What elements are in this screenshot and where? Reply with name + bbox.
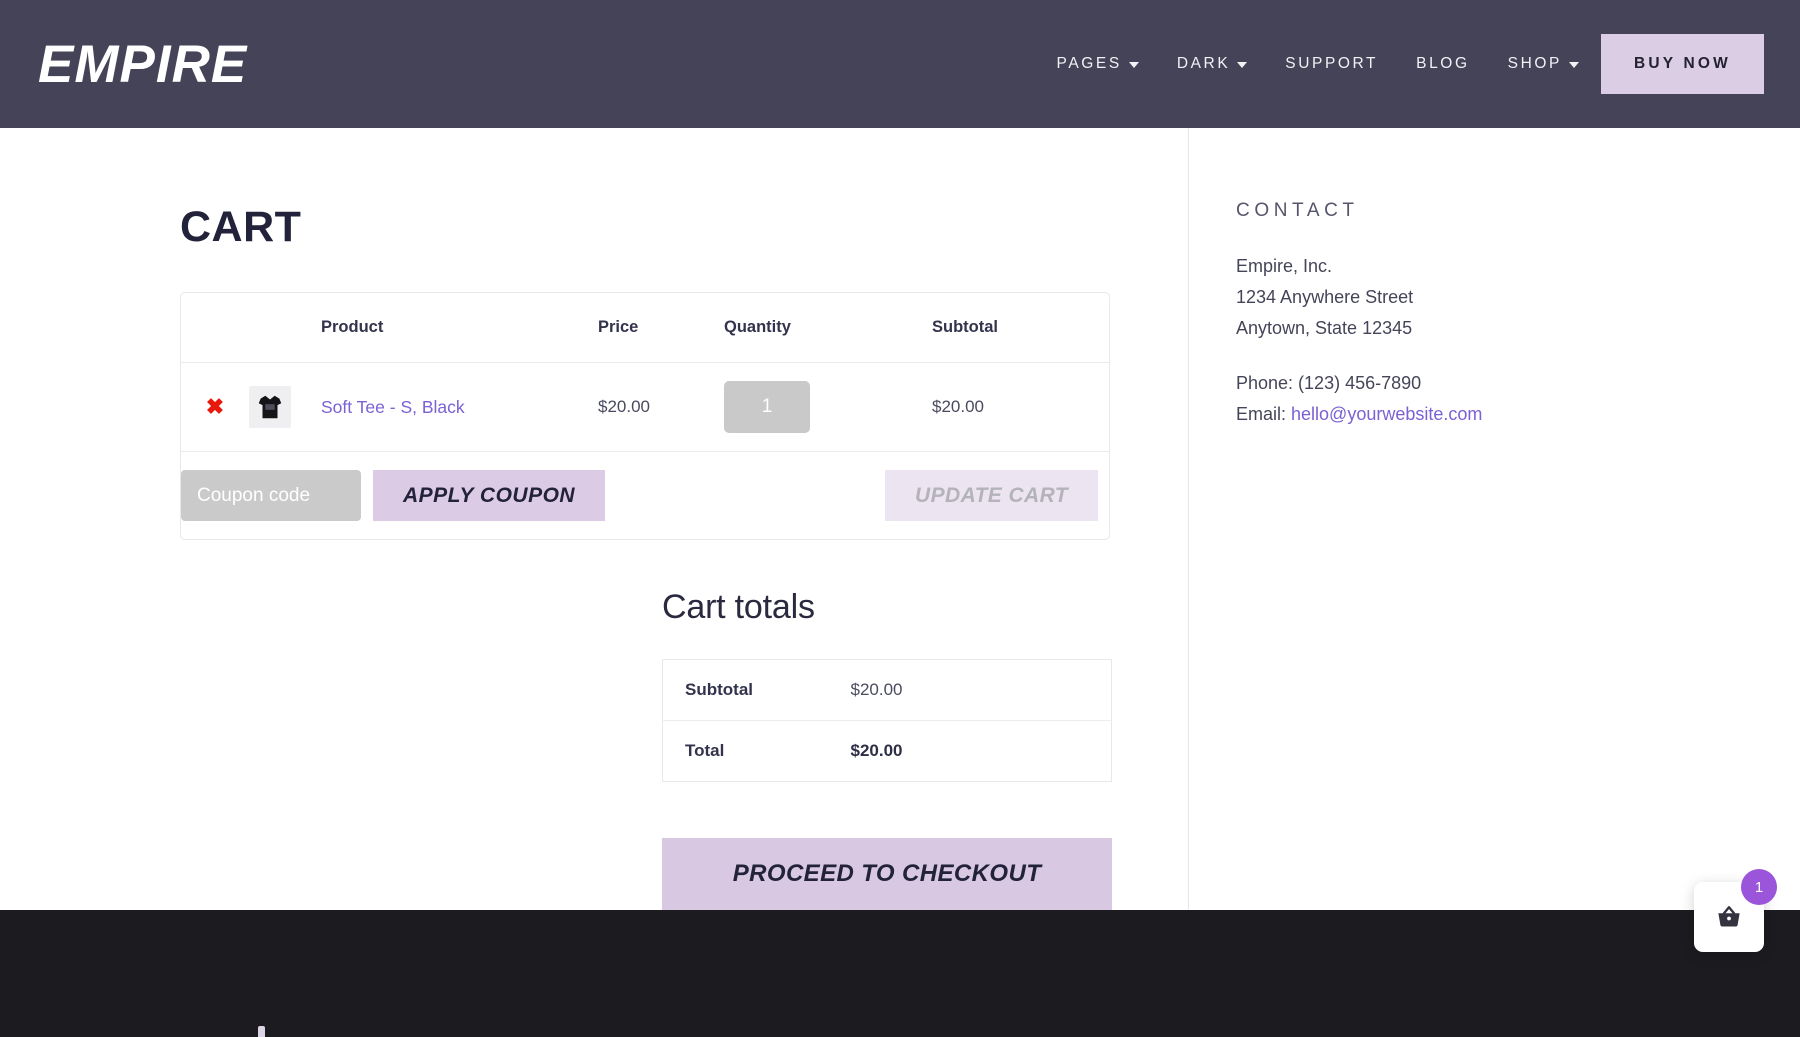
site-footer (0, 910, 1800, 1037)
total-value: $20.00 (829, 721, 1112, 782)
cell-thumbnail (249, 363, 321, 452)
page-title: CART (180, 203, 1188, 252)
contact-email-link[interactable]: hello@yourwebsite.com (1291, 404, 1482, 424)
column-header-remove (181, 293, 249, 363)
cart-table-container: Product Price Quantity Subtotal ✖ (180, 292, 1110, 540)
table-row: ✖ Soft Tee - S, Black (181, 363, 1109, 452)
apply-coupon-button[interactable]: APPLY COUPON (373, 470, 605, 521)
coupon-cell-container: APPLY COUPON (181, 452, 724, 540)
footer-decoration (258, 1026, 265, 1037)
table-row: Total $20.00 (663, 721, 1112, 782)
cell-price: $20.00 (598, 363, 724, 452)
column-header-product: Product (321, 293, 598, 363)
quantity-stepper[interactable] (724, 381, 810, 433)
coupon-code-input[interactable] (181, 470, 361, 521)
coupon-cell: APPLY COUPON (181, 470, 724, 521)
cart-totals-section: Cart totals Subtotal $20.00 Total $20.00… (662, 588, 1112, 910)
site-header: EMPIRE PAGES DARK SUPPORT BLOG SHOP BUY … (0, 0, 1800, 128)
cell-subtotal: $20.00 (932, 363, 1109, 452)
nav-label: SUPPORT (1285, 55, 1378, 73)
cart-totals-body: Subtotal $20.00 Total $20.00 (663, 660, 1112, 782)
nav-item-blog[interactable]: BLOG (1416, 55, 1469, 73)
contact-spacer (1236, 344, 1800, 368)
contact-address-line-1: 1234 Anywhere Street (1236, 282, 1800, 313)
column-header-thumbnail (249, 293, 321, 363)
cart-totals-heading: Cart totals (662, 588, 1112, 627)
subtotal-label: Subtotal (663, 660, 829, 721)
main-navigation: PAGES DARK SUPPORT BLOG SHOP (1057, 55, 1601, 73)
column-header-quantity: Quantity (724, 293, 932, 363)
cart-table-head: Product Price Quantity Subtotal (181, 293, 1109, 363)
cart-totals-table: Subtotal $20.00 Total $20.00 (662, 659, 1112, 782)
buy-now-button[interactable]: BUY NOW (1601, 34, 1764, 94)
column-header-subtotal: Subtotal (932, 293, 1109, 363)
cart-table-body: ✖ Soft Tee - S, Black (181, 363, 1109, 540)
tshirt-icon (255, 392, 285, 422)
page-body: CART Product Price Quantity Subtotal (0, 128, 1800, 910)
cart-count-badge: 1 (1741, 869, 1777, 905)
column-header-price: Price (598, 293, 724, 363)
contact-email-row: Email: hello@yourwebsite.com (1236, 399, 1800, 430)
nav-label: DARK (1177, 55, 1230, 73)
nav-label: SHOP (1508, 55, 1562, 73)
shopping-basket-icon (1714, 902, 1744, 932)
nav-item-pages[interactable]: PAGES (1057, 55, 1139, 73)
contact-company: Empire, Inc. (1236, 251, 1800, 282)
subtotal-value: $20.00 (829, 660, 1112, 721)
update-cart-cell: UPDATE CART (724, 452, 1109, 540)
floating-cart-button[interactable]: 1 (1694, 882, 1764, 952)
site-logo[interactable]: EMPIRE (38, 38, 247, 91)
nav-label: BLOG (1416, 55, 1469, 73)
proceed-to-checkout-button[interactable]: PROCEED TO CHECKOUT (662, 838, 1112, 910)
product-thumbnail[interactable] (249, 386, 291, 428)
chevron-down-icon (1129, 62, 1139, 68)
cell-remove: ✖ (181, 363, 249, 452)
chevron-down-icon (1237, 62, 1247, 68)
contact-sidebar: CONTACT Empire, Inc. 1234 Anywhere Stree… (1189, 128, 1800, 910)
cart-table-header-row: Product Price Quantity Subtotal (181, 293, 1109, 363)
contact-phone: Phone: (123) 456-7890 (1236, 368, 1800, 399)
total-label: Total (663, 721, 829, 782)
update-cart-button[interactable]: UPDATE CART (885, 470, 1098, 521)
cell-product: Soft Tee - S, Black (321, 363, 598, 452)
main-content: CART Product Price Quantity Subtotal (0, 128, 1189, 910)
product-name-link[interactable]: Soft Tee - S, Black (321, 397, 465, 417)
chevron-down-icon (1569, 62, 1579, 68)
table-row: Subtotal $20.00 (663, 660, 1112, 721)
nav-item-dark[interactable]: DARK (1177, 55, 1247, 73)
nav-label: PAGES (1057, 55, 1122, 73)
remove-x-icon[interactable]: ✖ (206, 396, 224, 418)
nav-item-support[interactable]: SUPPORT (1285, 55, 1378, 73)
cart-table: Product Price Quantity Subtotal ✖ (181, 293, 1109, 539)
nav-item-shop[interactable]: SHOP (1508, 55, 1579, 73)
contact-email-label: Email: (1236, 404, 1286, 424)
contact-address-line-2: Anytown, State 12345 (1236, 313, 1800, 344)
contact-heading: CONTACT (1236, 200, 1800, 222)
cell-quantity (724, 363, 932, 452)
coupon-row: APPLY COUPON UPDATE CART (181, 452, 1109, 540)
